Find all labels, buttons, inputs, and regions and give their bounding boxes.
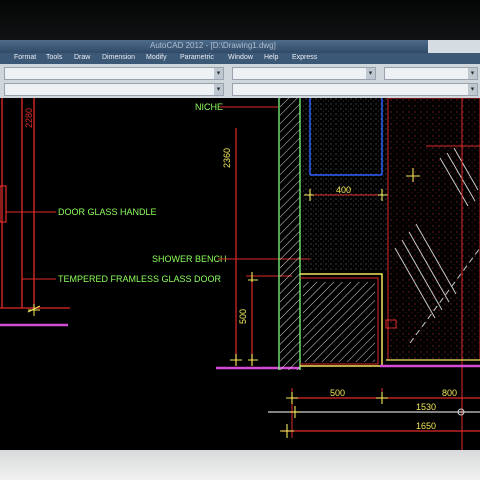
drawing-canvas[interactable]: 2280 NICHE DOOR GLASS HANDLE SHOWER BENC… — [0, 98, 480, 450]
menu-express[interactable]: Express — [292, 54, 317, 61]
door-handle — [0, 185, 7, 223]
menu-parametric[interactable]: Parametric — [180, 54, 214, 61]
bench-hatch — [303, 282, 375, 362]
dim-500-vertical: 500 — [238, 309, 248, 324]
label-shower-bench: SHOWER BENCH — [152, 254, 227, 264]
dim-2360: 2360 — [222, 148, 232, 168]
menu-window[interactable]: Window — [228, 54, 253, 61]
menu-dimension[interactable]: Dimension — [102, 54, 135, 61]
niche-infill — [302, 98, 388, 270]
menu-help[interactable]: Help — [264, 54, 278, 61]
toolbar: ▾ ▾ ▾ ▾ ▾ — [0, 64, 480, 98]
menu-modify[interactable]: Modify — [146, 54, 167, 61]
menu-format[interactable]: Format — [14, 54, 36, 61]
dim-500-horizontal: 500 — [330, 388, 345, 398]
monitor-bottom-bezel — [0, 450, 480, 480]
autocad-window: AutoCAD 2012 - [D:\Drawing1.dwg] Format … — [0, 40, 480, 450]
chevron-down-icon: ▾ — [214, 84, 223, 95]
dim-1530: 1530 — [416, 402, 436, 412]
style-dropdown[interactable]: ▾ — [232, 67, 376, 80]
properties-dropdown[interactable]: ▾ — [4, 83, 224, 96]
dim-800: 800 — [442, 388, 457, 398]
window-controls[interactable] — [428, 40, 480, 53]
wall-hatch — [280, 98, 300, 370]
dim-2280: 2280 — [24, 108, 34, 128]
shower-zone — [390, 98, 480, 360]
linetype-dropdown[interactable]: ▾ — [384, 67, 478, 80]
chevron-down-icon: ▾ — [366, 68, 375, 79]
monitor-top-bezel — [0, 0, 480, 42]
dim-1650: 1650 — [416, 421, 436, 431]
label-door-glass-handle: DOOR GLASS HANDLE — [58, 207, 157, 217]
menu-draw[interactable]: Draw — [74, 54, 90, 61]
dim-tick — [27, 304, 41, 316]
window-title: AutoCAD 2012 - [D:\Drawing1.dwg] — [150, 41, 276, 50]
chevron-down-icon: ▾ — [468, 84, 477, 95]
lineweight-dropdown[interactable]: ▾ — [232, 83, 478, 96]
menu-bar: Format Tools Draw Dimension Modify Param… — [0, 53, 480, 64]
layer-dropdown[interactable]: ▾ — [4, 67, 224, 80]
dim-400: 400 — [336, 185, 351, 195]
chevron-down-icon: ▾ — [468, 68, 477, 79]
cad-drawing: 2280 NICHE DOOR GLASS HANDLE SHOWER BENC… — [0, 98, 480, 450]
label-tempered-glass-door: TEMPERED FRAMLESS GLASS DOOR — [58, 274, 222, 284]
label-niche: NICHE — [195, 102, 223, 112]
title-bar: AutoCAD 2012 - [D:\Drawing1.dwg] — [0, 40, 480, 53]
chevron-down-icon: ▾ — [214, 68, 223, 79]
menu-tools[interactable]: Tools — [46, 54, 62, 61]
